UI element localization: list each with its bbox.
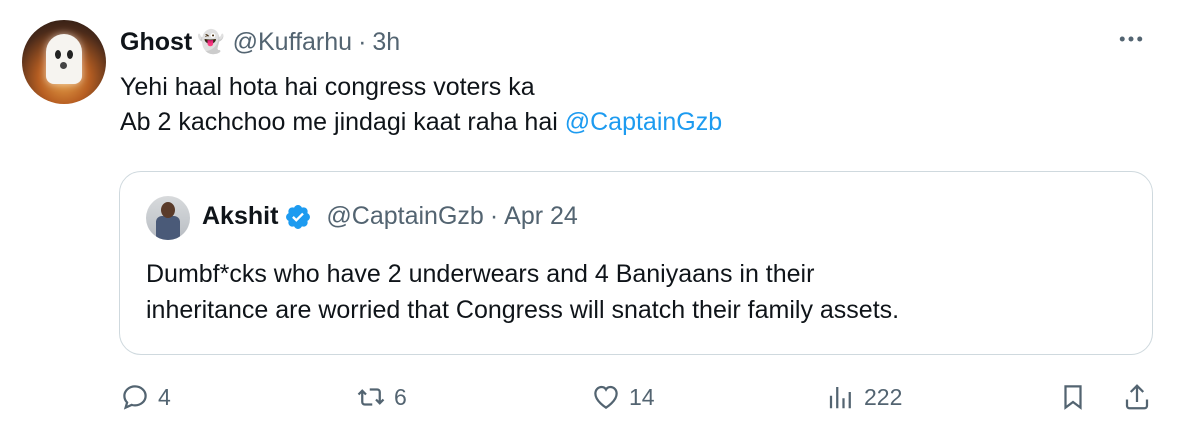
analytics-icon [829, 387, 851, 409]
quoted-tweet[interactable]: Akshit @CaptainGzb · Apr 24 Dumbf*cks wh… [119, 171, 1153, 355]
retweet-count: 6 [394, 383, 407, 410]
verified-badge-icon [286, 204, 311, 229]
quoted-text-line-1: Dumbf*cks who have 2 underwears and 4 Ba… [146, 260, 815, 288]
tweet-text-line-2: Ab 2 kachchoo me jindagi kaat raha hai @… [120, 105, 722, 140]
like-button[interactable]: 14 [591, 382, 655, 412]
quoted-author-name[interactable]: Akshit [202, 202, 278, 231]
tweet-text-line-1: Yehi haal hota hai congress voters ka [120, 73, 535, 101]
quoted-date[interactable]: Apr 24 [504, 202, 578, 231]
mention-link[interactable]: @CaptainGzb [565, 108, 722, 136]
retweet-icon [357, 388, 385, 406]
tweet-header: Ghost 👻 @Kuffarhu · 3h [120, 24, 400, 60]
quoted-text-line-2: inheritance are worried that Congress wi… [146, 296, 900, 324]
share-button[interactable] [1122, 382, 1152, 412]
tweet-text-line-2-body: Ab 2 kachchoo me jindagi kaat raha hai [120, 108, 565, 136]
like-count: 14 [629, 383, 655, 410]
more-dots-icon [1119, 36, 1143, 42]
ghost-emoji: 👻 [197, 29, 225, 54]
action-bar: 4 6 14 222 [0, 382, 1180, 426]
reply-count: 4 [158, 383, 171, 410]
author-name[interactable]: Ghost [120, 28, 192, 57]
author-handle[interactable]: @Kuffarhu [233, 28, 352, 57]
view-count: 222 [864, 383, 903, 410]
tweet-time[interactable]: 3h [372, 28, 400, 57]
more-options-button[interactable] [1116, 24, 1146, 59]
bookmark-button[interactable] [1058, 382, 1088, 412]
quoted-author-handle[interactable]: @CaptainGzb [326, 202, 483, 231]
author-avatar[interactable] [22, 20, 106, 104]
views-button[interactable]: 222 [826, 382, 902, 412]
separator-dot: · [358, 27, 367, 56]
quoted-separator-dot: · [489, 202, 499, 230]
quoted-text: Dumbf*cks who have 2 underwears and 4 Ba… [146, 256, 899, 328]
share-icon [1125, 384, 1149, 410]
quoted-header: Akshit @CaptainGzb · Apr 24 [202, 202, 578, 231]
ghost-image [46, 34, 82, 84]
heart-icon [594, 385, 618, 409]
tweet-text: Yehi haal hota hai congress voters ka Ab… [120, 70, 722, 140]
bookmark-icon [1064, 385, 1082, 410]
reply-button[interactable]: 4 [120, 382, 171, 412]
quoted-author-avatar[interactable] [146, 196, 190, 240]
retweet-button[interactable]: 6 [356, 382, 407, 412]
reply-icon [123, 385, 147, 410]
